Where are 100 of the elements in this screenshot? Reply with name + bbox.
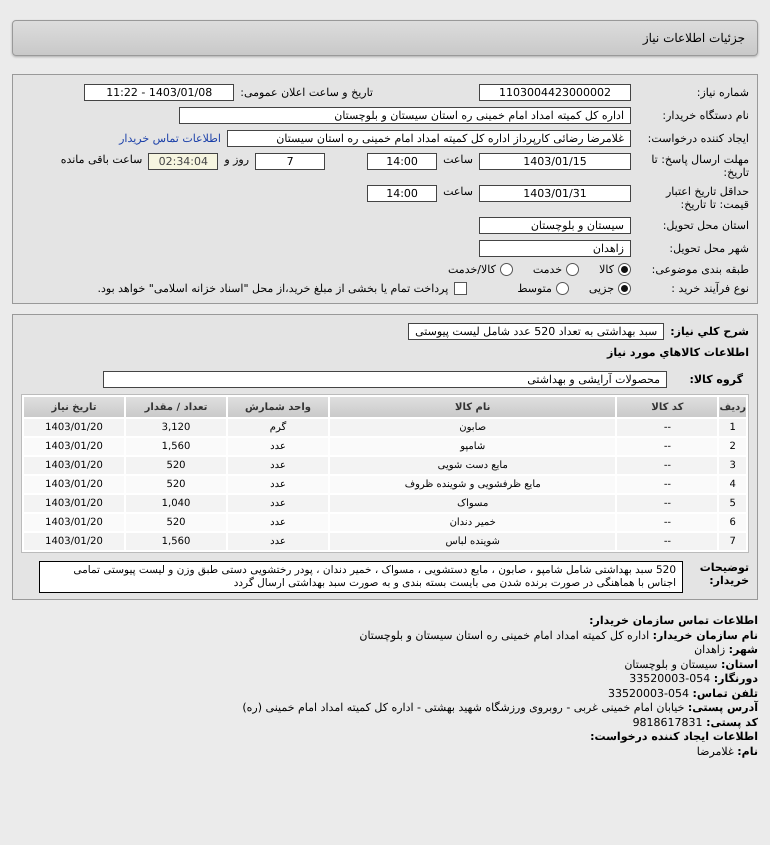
table-cell: --	[617, 514, 718, 531]
field-label: استان محل تحویل:	[662, 219, 749, 232]
contact-label: نام:	[737, 744, 758, 758]
table-cell: --	[617, 476, 718, 493]
contact-value: خیابان امام خمینی غربی - روبروی ورزشگاه شهید بهشتی - اداره کل کمیته امداد امام خمینی (ره)	[242, 701, 684, 714]
table-cell: 1403/01/20	[24, 438, 124, 455]
radio-button[interactable]	[500, 263, 513, 276]
table-cell: 1403/01/20	[24, 419, 124, 436]
table-cell: عدد	[228, 457, 328, 474]
radio-button[interactable]	[618, 263, 631, 276]
table-cell: عدد	[228, 438, 328, 455]
buyer-description-text: 520 سبد بهداشتی شامل شامپو ، صابون ، مایع دستشویی ، مسواک ، خمیر دندان ، پودر رختشویی دستی طبق وزن و لیست پیوستی تمامی اجناس با هماهنگی در صورت برنده شدن می بایست بسته بندی و به صورت سبد بهداشتی ارسال گردد	[39, 561, 683, 593]
field-label: ایجاد کننده درخواست:	[646, 132, 749, 145]
announce-date-field: 1403/01/08 - 11:22	[84, 84, 234, 101]
goods-group-field: محصولات آرایشی و بهداشتی	[103, 371, 667, 388]
time-label: ساعت	[443, 185, 473, 198]
deadline-date-field: 1403/01/15	[479, 153, 631, 170]
table-cell: 7	[719, 533, 746, 550]
checkbox[interactable]	[454, 282, 468, 295]
radio-button[interactable]	[556, 282, 569, 295]
table-cell: 1403/01/20	[24, 533, 124, 550]
table-cell: --	[617, 419, 718, 436]
city-field: زاهدان	[479, 240, 631, 257]
field-label: شهر محل تحویل:	[668, 242, 749, 255]
page-title: جزئیات اطلاعات نیاز	[12, 20, 758, 56]
contact-label: استان:	[721, 658, 758, 670]
days-field: 7	[255, 153, 326, 170]
table-cell: 1403/01/20	[24, 476, 124, 493]
field-label: تاریخ و ساعت اعلان عمومی:	[240, 86, 373, 99]
table-cell: عدد	[228, 495, 328, 512]
buyer-org-field: اداره کل کمیته امداد امام خمینی ره استان سیستان و بلوچستان	[179, 107, 631, 124]
table-cell: 5	[719, 495, 746, 512]
contact-label: تلفن تماس:	[692, 686, 758, 700]
contact-heading: اطلاعات تماس سازمان خریدار:	[588, 614, 758, 628]
contact-label: کد پستی:	[706, 716, 758, 728]
deadline-time-field: 14:00	[367, 153, 438, 170]
table-cell: 3,120	[126, 419, 226, 436]
contact-value: 054-33520003	[608, 686, 690, 700]
table-cell: مایع دست شویی	[330, 457, 616, 474]
field-label: مهلت ارسال پاسخ: تا تاریخ:	[650, 153, 749, 179]
radio-label: متوسط	[517, 282, 552, 295]
radio-label: خدمت	[532, 263, 562, 276]
contact-label: آدرس پستی:	[688, 701, 758, 714]
radio-label: کالا/خدمت	[448, 263, 496, 276]
table-cell: عدد	[228, 476, 328, 493]
validity-time-field: 14:00	[367, 185, 438, 202]
contact-value: زاهدان	[694, 643, 726, 656]
contact-value: 054-33520003	[629, 672, 710, 685]
table-cell: گرم	[228, 419, 328, 436]
table-cell: --	[617, 438, 718, 455]
section-heading: اطلاعات کالاهاي مورد نياز	[606, 346, 749, 359]
table-cell: شامپو	[330, 438, 616, 455]
contact-value: غلامرضا	[696, 744, 734, 758]
column-header: کد کالا	[617, 397, 718, 417]
table-cell: 2	[719, 438, 746, 455]
payment-option-text: پرداخت تمام یا بخشی از مبلغ خرید،از محل "اسناد خزانه اسلامی" خواهد بود.	[98, 282, 448, 295]
validity-date-field: 1403/01/31	[479, 185, 631, 202]
remaining-time-field: 02:34:04	[148, 153, 218, 170]
table-cell: 6	[719, 514, 746, 531]
province-field: سیستان و بلوچستان	[479, 217, 631, 234]
radio-button[interactable]	[618, 282, 631, 295]
table-cell: 1403/01/20	[24, 495, 124, 512]
field-label: حداقل تاریخ اعتبار قیمت: تا تاریخ:	[664, 185, 749, 211]
table-cell: خمیر دندان	[330, 514, 616, 531]
table-cell: --	[617, 533, 718, 550]
contact-label: شهر:	[728, 643, 758, 656]
requester-field: غلامرضا رضائی کارپرداز اداره کل کمیته امداد امام خمینی ره استان سیستان	[227, 130, 631, 147]
field-label: شماره نیاز:	[696, 86, 749, 99]
table-cell: شوینده لباس	[330, 533, 616, 550]
contact-value: 9818617831	[632, 716, 703, 728]
table-cell: 3	[719, 457, 746, 474]
table-cell: 1403/01/20	[24, 457, 124, 474]
time-label: ساعت	[443, 153, 473, 166]
table-cell: 4	[719, 476, 746, 493]
table-cell: 520	[126, 514, 226, 531]
table-cell: 520	[126, 476, 226, 493]
table-cell: 1	[719, 419, 746, 436]
column-header: تعداد / مقدار	[126, 397, 226, 417]
contact-heading: اطلاعات ایجاد کننده درخواست:	[589, 730, 758, 744]
table-cell: --	[617, 495, 718, 512]
buyer-contact-link[interactable]: اطلاعات تماس خریدار	[119, 132, 221, 145]
contact-value: اداره کل کمیته امداد امام خمینی ره استان سیستان و بلوچستان	[359, 628, 650, 642]
column-header: تاریخ نیاز	[24, 397, 124, 417]
contact-value: سیستان و بلوچستان	[624, 658, 718, 670]
field-label: گروه کالا:	[688, 373, 743, 386]
column-header: واحد شمارش	[228, 397, 328, 417]
table-cell: 1,040	[126, 495, 226, 512]
remaining-label: ساعت باقی مانده	[60, 153, 142, 166]
radio-button[interactable]	[566, 263, 580, 276]
column-header: ردیف	[719, 397, 746, 417]
days-label: روز و	[224, 153, 250, 166]
field-label: شرح کلي نياز:	[670, 325, 749, 338]
table-cell: 1403/01/20	[24, 514, 124, 531]
radio-label: کالا	[599, 263, 614, 276]
field-label: توضیحات خریدار:	[698, 561, 749, 587]
table-cell: صابون	[330, 419, 616, 436]
field-label: طبقه بندی موضوعی:	[650, 263, 749, 276]
need-summary-field: سبد بهداشتی به تعداد 520 عدد شامل لیست پیوستی	[408, 323, 664, 340]
table-cell: عدد	[228, 514, 328, 531]
table-cell: 1,560	[126, 438, 226, 455]
